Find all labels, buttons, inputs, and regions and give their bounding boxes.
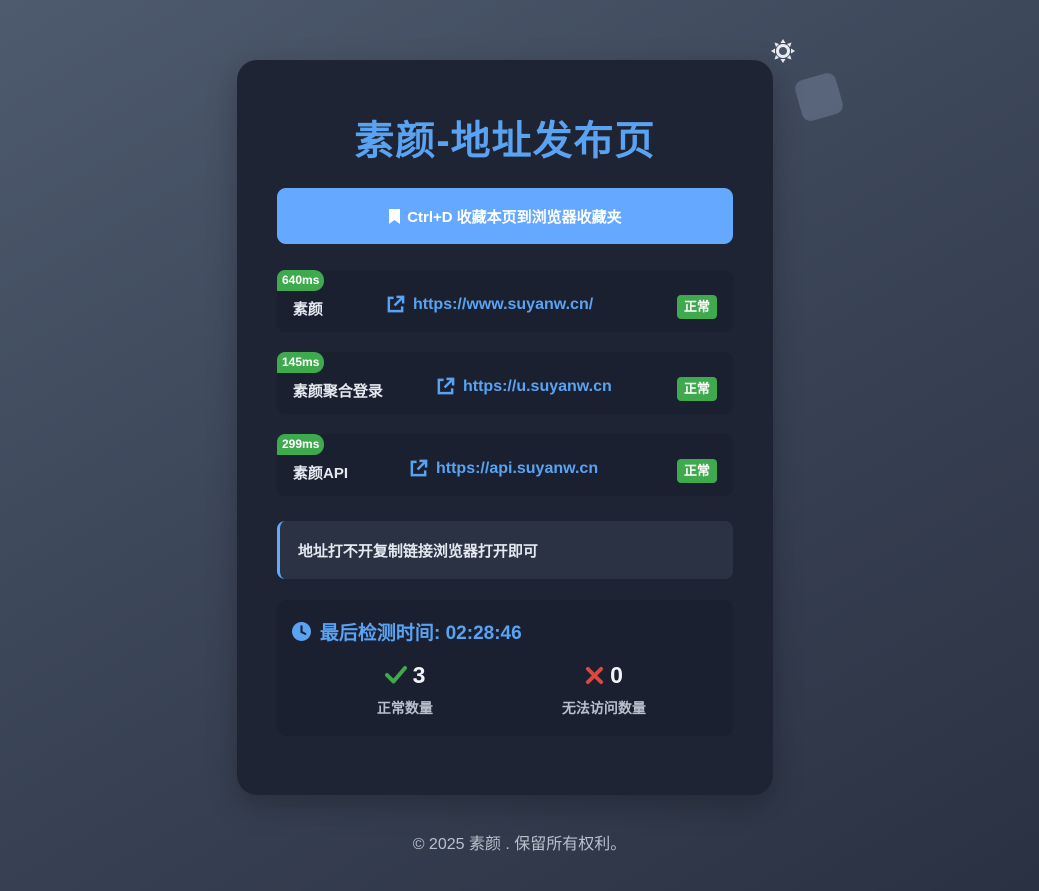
site-name: 素颜API [293,465,349,482]
sun-icon [771,39,795,63]
site-row: 640ms 素颜 https://www.suyanw.cn/ 正常 [277,270,733,332]
status-badge: 正常 [676,295,717,319]
bookmark-button[interactable]: Ctrl+D 收藏本页到浏览器收藏夹 [277,188,733,244]
ok-count: 3 [412,661,426,688]
check-time-label: 最后检测时间: 02:28:46 [320,623,522,644]
notice-box: 地址打不开复制链接浏览器打开即可 [277,521,733,579]
x-icon [586,666,604,684]
decorative-square [793,71,845,123]
check-panel: 最后检测时间: 02:28:46 3 正常数量 0 无法访问数量 [277,600,733,736]
check-icon [384,666,407,684]
site-url: https://u.suyanw.cn [463,377,612,395]
status-badge: 正常 [676,459,717,483]
fail-label: 无法访问数量 [562,700,646,716]
latency-badge: 299ms [277,434,325,455]
site-link[interactable]: https://www.suyanw.cn/ [386,295,593,314]
status-badge: 正常 [676,377,717,401]
latency-badge: 640ms [277,270,325,291]
page-title: 素颜-地址发布页 [354,119,656,163]
site-name: 素颜 [293,301,324,318]
external-link-icon [437,377,455,395]
footer-copyright: © 2025 素颜 . 保留所有权利。 [412,836,627,853]
site-row: 145ms 素颜聚合登录 https://u.suyanw.cn 正常 [277,352,733,414]
clock-icon [292,622,311,641]
main-card: 素颜-地址发布页 Ctrl+D 收藏本页到浏览器收藏夹 640ms 素颜 htt… [237,60,773,795]
site-url: https://api.suyanw.cn [436,459,599,477]
latency-badge: 145ms [277,352,325,373]
stat-ok: 3 正常数量 [305,660,505,718]
site-link[interactable]: https://u.suyanw.cn [436,377,612,396]
bookmark-icon [389,208,401,224]
site-url: https://www.suyanw.cn/ [413,295,594,313]
external-link-icon [410,459,428,477]
site-link[interactable]: https://api.suyanw.cn [409,459,598,478]
theme-toggle[interactable] [770,38,796,64]
ok-label: 正常数量 [377,700,433,716]
stat-fail: 0 无法访问数量 [504,660,704,718]
fail-count: 0 [610,661,623,688]
check-time: 最后检测时间: 02:28:46 [292,618,522,645]
bookmark-button-label: Ctrl+D 收藏本页到浏览器收藏夹 [407,208,622,226]
external-link-icon [387,295,405,313]
site-name: 素颜聚合登录 [293,383,384,400]
site-row: 299ms 素颜API https://api.suyanw.cn 正常 [277,434,733,496]
